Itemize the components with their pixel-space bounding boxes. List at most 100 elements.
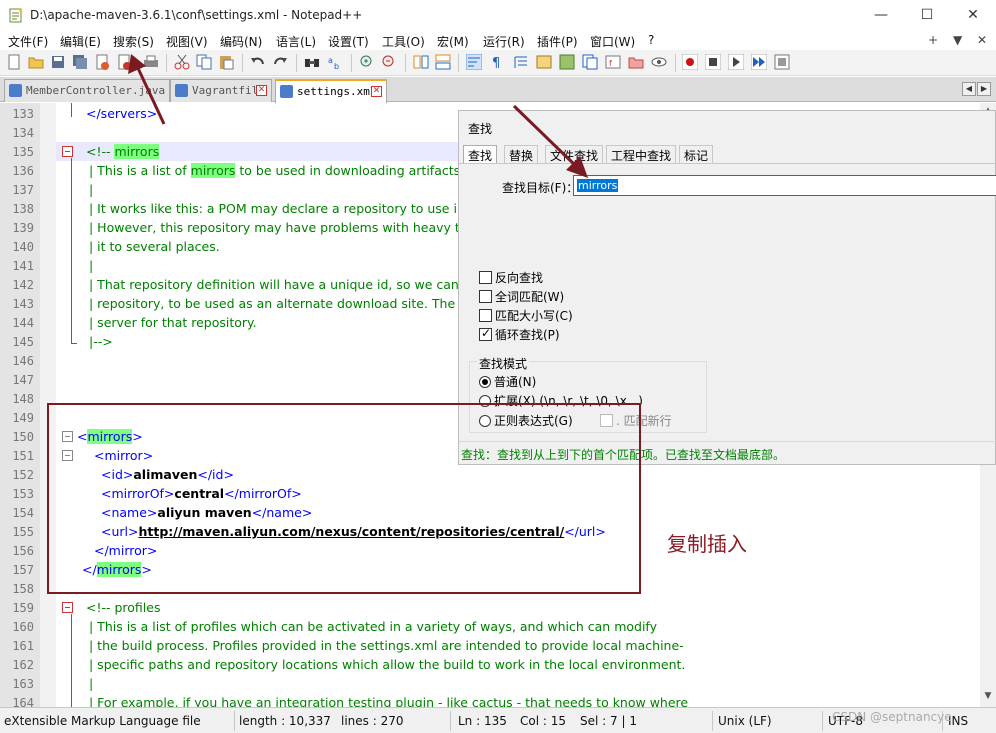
option-match-case[interactable]: 匹配大小写(C) [479,307,573,324]
replace-icon[interactable]: ab [327,54,343,70]
close-file-icon[interactable] [94,54,110,70]
close-button[interactable]: ✕ [950,0,996,30]
tab-mark[interactable]: 标记 [679,145,714,164]
sync-v-icon[interactable] [413,54,429,70]
run-macro-multiple-icon[interactable] [751,54,767,70]
tab-vagrantfile[interactable]: Vagrantfile ✕ [170,79,272,102]
tab-find-in-projects[interactable]: 工程中查找 [606,145,677,164]
checkbox[interactable] [479,309,492,322]
checkbox[interactable] [479,290,492,303]
close-doc-icon[interactable]: ✕ [977,33,987,47]
play-macro-icon[interactable] [728,54,744,70]
menu-macro[interactable]: 宏(M) [437,33,469,50]
mode-normal[interactable]: 普通(N) [479,373,536,390]
find-icon[interactable] [304,54,320,70]
menu-file[interactable]: 文件(F) [8,33,48,50]
paste-icon[interactable] [218,54,234,70]
menu-window[interactable]: 窗口(W) [590,33,635,50]
menu-language[interactable]: 语言(L) [276,33,316,50]
copy-icon[interactable] [196,54,212,70]
new-file-icon[interactable] [6,54,22,70]
menu-tools[interactable]: 工具(O) [382,33,425,50]
tab-replace[interactable]: 替换 [504,145,539,164]
menu-edit[interactable]: 编辑(E) [60,33,101,50]
word-wrap-icon[interactable] [466,54,482,70]
checkbox[interactable] [479,326,492,341]
code-line-144: | server for that repository. [89,315,257,330]
dropdown-icon[interactable]: ▼ [953,33,962,47]
monitoring-icon[interactable] [651,54,667,70]
option-whole-word[interactable]: 全词匹配(W) [479,288,564,305]
checkbox[interactable] [479,271,492,284]
code-line-136: | This is a list of mirrors to be used i… [89,163,469,178]
menu-run[interactable]: 运行(R) [483,33,525,50]
tab-settings-xml[interactable]: settings.xml ✕ [275,79,387,103]
folder-workspace-icon[interactable] [628,54,644,70]
doc-map-icon[interactable] [559,54,575,70]
line-number: 143 [12,297,34,311]
find-input[interactable]: mirrors [573,175,996,196]
tab-close-icon[interactable]: ✕ [371,86,382,97]
code-line-133: </servers> [86,106,157,121]
option-label: 反向查找 [495,271,544,285]
code-line-135: <!-- mirrors [86,144,160,159]
save-icon[interactable] [50,54,66,70]
svg-text:¶: ¶ [492,56,500,70]
option-label: 循环查找(P) [495,328,560,342]
fold-toggle-icon[interactable] [62,146,73,157]
save-all-icon[interactable] [72,54,88,70]
open-file-icon[interactable] [28,54,44,70]
status-lines: lines : 270 [341,714,404,728]
close-all-icon[interactable] [116,54,132,70]
svg-text:f: f [609,59,612,68]
menu-plugins[interactable]: 插件(P) [537,33,578,50]
redo-icon[interactable] [272,54,288,70]
zoom-out-icon[interactable] [381,54,397,70]
zoom-in-icon[interactable] [359,54,375,70]
option-wrap-around[interactable]: 循环查找(P) [479,326,560,343]
status-separator [234,711,235,731]
user-lang-icon[interactable] [536,54,552,70]
code-line-139: | However, this repository may have prob… [89,220,473,235]
undo-icon[interactable] [250,54,266,70]
menu-help[interactable]: ? [648,33,654,47]
radio[interactable] [479,376,491,388]
menu-encoding[interactable]: 编码(N) [220,33,262,50]
watermark: CSDN @septnancye [832,710,952,724]
menu-settings[interactable]: 设置(T) [328,33,369,50]
fold-toggle-icon[interactable] [62,602,73,613]
status-col: Col : 15 [520,714,566,728]
maximize-button[interactable]: ☐ [904,0,950,30]
new-tab-icon[interactable]: + [928,33,938,47]
option-backward[interactable]: 反向查找 [479,269,543,286]
menu-search[interactable]: 搜索(S) [113,33,154,50]
line-number: 149 [12,411,34,425]
record-macro-icon[interactable] [682,54,698,70]
tab-find-in-files[interactable]: 文件查找 [545,145,604,164]
function-list-icon[interactable]: f [605,54,621,70]
tab-membercontroller[interactable]: MemberController.java [4,79,170,102]
search-mode-title: 查找模式 [477,355,530,372]
cut-icon[interactable] [174,54,190,70]
doc-list-icon[interactable] [582,54,598,70]
save-macro-icon[interactable] [774,54,790,70]
code-line-161: | the build process. Profiles provided i… [89,638,684,653]
print-icon[interactable] [143,54,159,70]
minimize-button[interactable]: — [858,0,904,30]
notepadpp-icon [9,7,23,23]
comment-text: <!-- [86,144,115,159]
indent-guide-icon[interactable] [513,54,529,70]
line-number: 144 [12,316,34,330]
tab-scroll-left-icon[interactable]: ◀ [962,82,976,96]
comment-text: to be used in downloading artifacts f [235,163,469,178]
status-eol: Unix (LF) [718,714,772,728]
sync-h-icon[interactable] [435,54,451,70]
stop-macro-icon[interactable] [705,54,721,70]
line-number: 141 [12,259,34,273]
tab-close-icon[interactable]: ✕ [256,85,267,96]
show-all-chars-icon[interactable]: ¶ [489,54,505,70]
tab-scroll-right-icon[interactable]: ▶ [977,82,991,96]
scroll-down-icon[interactable]: ▼ [983,691,993,701]
menu-view[interactable]: 视图(V) [166,33,208,50]
tab-find[interactable]: 查找 [463,145,498,164]
